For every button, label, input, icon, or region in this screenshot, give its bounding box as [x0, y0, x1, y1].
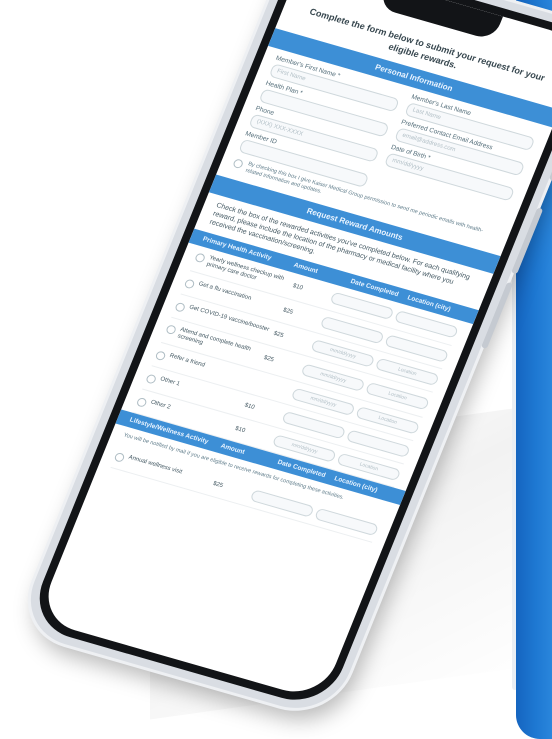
consent-checkbox[interactable]: [232, 158, 245, 170]
location-input[interactable]: [314, 507, 380, 537]
date-input[interactable]: [249, 489, 315, 518]
activity-checkbox[interactable]: [113, 451, 126, 463]
activity-checkbox[interactable]: [154, 350, 167, 362]
activity-checkbox[interactable]: [145, 373, 158, 385]
activity-checkbox[interactable]: [165, 324, 178, 336]
activity-checkbox[interactable]: [194, 252, 207, 264]
activity-checkbox[interactable]: [135, 396, 148, 408]
activity-checkbox[interactable]: [183, 278, 196, 290]
activity-checkbox[interactable]: [174, 301, 187, 313]
